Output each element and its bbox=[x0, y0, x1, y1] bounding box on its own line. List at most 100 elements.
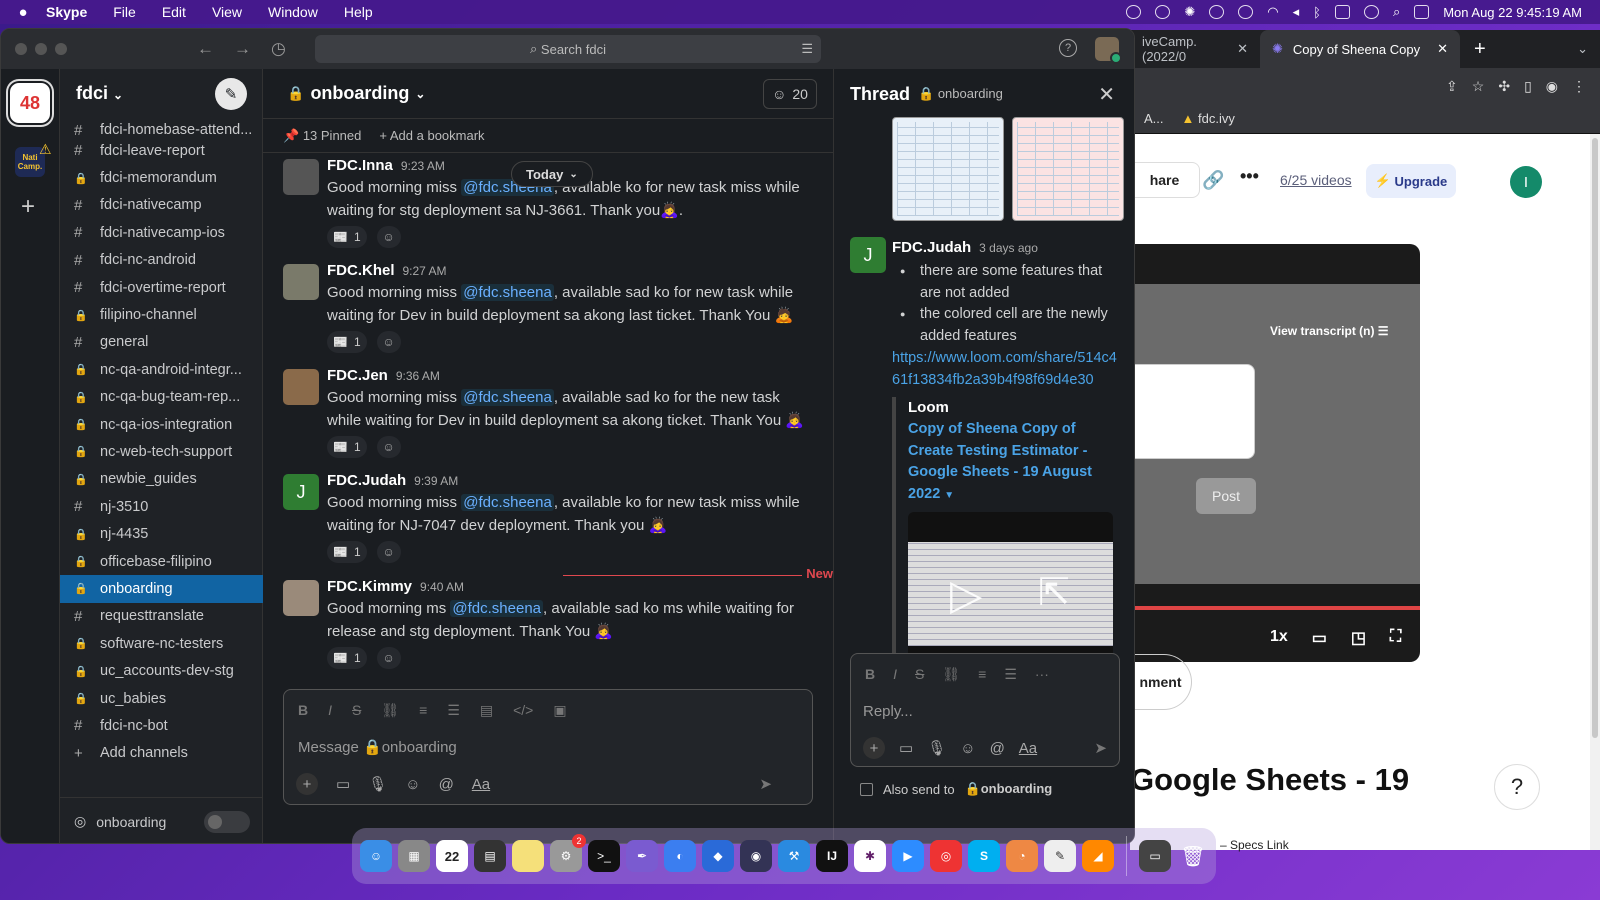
menubar-clock[interactable]: Mon Aug 22 9:45:19 AM bbox=[1443, 5, 1582, 20]
launchpad-icon[interactable]: ▦ bbox=[398, 840, 430, 872]
sidebar-item-channel[interactable]: 🔒 officebase-filipino bbox=[60, 548, 264, 575]
reaction-pill[interactable]: 📰 1 bbox=[327, 647, 367, 669]
help-button[interactable]: ? bbox=[1494, 764, 1540, 810]
code-block-icon[interactable]: ▣ bbox=[553, 702, 566, 719]
caret-down-icon[interactable]: ▼ bbox=[944, 490, 954, 501]
bold-icon[interactable]: B bbox=[298, 702, 308, 718]
user-mention[interactable]: @fdc.sheena bbox=[461, 494, 554, 511]
status-icon[interactable] bbox=[1209, 5, 1225, 19]
unfurl-title[interactable]: Copy of Sheena Copy of Create Testing Es… bbox=[908, 419, 1118, 506]
status-icon[interactable] bbox=[1363, 5, 1379, 19]
profile-icon[interactable]: ◉ bbox=[1546, 78, 1558, 95]
forward-arrow-icon[interactable]: → bbox=[234, 39, 251, 59]
user-avatar[interactable] bbox=[1095, 37, 1122, 64]
emoji-icon[interactable]: ☺ bbox=[405, 776, 420, 793]
add-reaction-icon[interactable]: ☺ bbox=[376, 331, 401, 353]
bookmark-item[interactable]: A... bbox=[1144, 111, 1164, 126]
menu-file[interactable]: File bbox=[113, 4, 136, 20]
thread-channel[interactable]: 🔒 onboarding bbox=[918, 86, 1003, 102]
avatar[interactable] bbox=[283, 159, 319, 195]
avatar[interactable] bbox=[283, 369, 319, 405]
workspace-name[interactable]: fdci ⌄ bbox=[76, 83, 123, 104]
avatar[interactable]: J bbox=[283, 474, 319, 510]
avatar[interactable]: I bbox=[1510, 166, 1542, 198]
proxyman-icon[interactable]: ◉ bbox=[740, 840, 772, 872]
compose-button[interactable]: ✎ bbox=[215, 78, 247, 110]
timestamp[interactable]: 9:27 AM bbox=[403, 264, 447, 278]
menu-window[interactable]: Window bbox=[268, 4, 318, 20]
message-row[interactable]: J FDC.Judah 9:39 AM Good morning miss @fdc.… bbox=[263, 470, 833, 575]
sidebar-item-channel[interactable]: 🔒 nc-qa-bug-team-rep... bbox=[60, 384, 264, 411]
date-divider-today[interactable]: Today ⌄ bbox=[511, 161, 593, 187]
sidebar-item-channel[interactable]: 🔒 uc_babies bbox=[60, 685, 264, 712]
video-icon[interactable]: ▭ bbox=[336, 775, 350, 793]
add-bookmark-button[interactable]: + Add a bookmark bbox=[379, 128, 484, 143]
link-icon[interactable]: ⛓ bbox=[381, 702, 399, 719]
add-reaction-icon[interactable]: ☺ bbox=[376, 541, 401, 563]
sidebar-item-channel[interactable]: 🔒 nj-4435 bbox=[60, 520, 264, 547]
apple-icon[interactable]: ● bbox=[0, 4, 46, 21]
comment-box[interactable] bbox=[1130, 364, 1255, 459]
comment-button[interactable]: nment bbox=[1130, 654, 1192, 710]
post-button[interactable]: Post bbox=[1196, 478, 1256, 514]
zoom-window-button[interactable] bbox=[55, 43, 67, 55]
user-mention[interactable]: @fdc.sheena bbox=[461, 389, 554, 406]
chevron-down-icon[interactable]: ⌄ bbox=[1577, 41, 1600, 57]
sidebar-item-channel[interactable]: # nj-3510 bbox=[60, 493, 264, 520]
image-attachment[interactable] bbox=[892, 117, 1004, 221]
scrollbar-thumb[interactable] bbox=[1592, 138, 1598, 738]
app-icon[interactable]: ◐ bbox=[664, 840, 696, 872]
italic-icon[interactable]: I bbox=[328, 702, 332, 718]
timestamp[interactable]: 9:39 AM bbox=[414, 474, 458, 488]
add-reaction-icon[interactable]: ☺ bbox=[376, 647, 401, 669]
chrome-icon[interactable]: ◎ bbox=[930, 840, 962, 872]
play-icon[interactable]: ▷ bbox=[950, 570, 982, 619]
bookmark-item[interactable]: ▲ fdc.ivy bbox=[1182, 111, 1235, 126]
menu-edit[interactable]: Edit bbox=[162, 4, 186, 20]
pip-icon[interactable]: ◳ bbox=[1351, 628, 1366, 648]
gear-icon[interactable]: ✺ bbox=[1184, 4, 1195, 20]
sidebar-item-channel[interactable]: # fdci-nc-android bbox=[60, 247, 264, 274]
bluetooth-icon[interactable]: ᛒ bbox=[1313, 5, 1321, 20]
user-mention[interactable]: @fdc.sheena bbox=[450, 600, 544, 617]
share-button[interactable]: hare bbox=[1130, 162, 1200, 198]
blockquote-icon[interactable]: ▤ bbox=[480, 702, 493, 719]
link-icon[interactable]: 🔗 bbox=[1202, 170, 1224, 191]
browser-tab[interactable]: iveCamp. (2022/0 ✕ bbox=[1130, 30, 1260, 68]
sidebar-item-channel[interactable]: 🔒 nc-web-tech-support bbox=[60, 438, 264, 465]
share-icon[interactable]: ⇪ bbox=[1446, 78, 1458, 95]
calculator-icon[interactable]: ▤ bbox=[474, 840, 506, 872]
intellij-icon[interactable]: IJ bbox=[816, 840, 848, 872]
sidebar-item-channel[interactable]: 🔒 newbie_guides bbox=[60, 466, 264, 493]
sidebar-item-channel[interactable]: 🔒 filipino-channel bbox=[60, 301, 264, 328]
close-icon[interactable]: ✕ bbox=[1098, 82, 1115, 107]
send-icon[interactable]: ➤ bbox=[759, 775, 772, 793]
timestamp[interactable]: 9:23 AM bbox=[401, 159, 445, 173]
add-workspace-icon[interactable]: + bbox=[21, 193, 35, 221]
video-player[interactable]: View transcript (n) ☰ Post 1x ▭ ◳ ⛶ bbox=[1130, 244, 1420, 662]
window-thumbnail-icon[interactable]: ▭ bbox=[1139, 840, 1171, 872]
menu-help[interactable]: Help bbox=[344, 4, 373, 20]
extensions-icon[interactable]: ✣ bbox=[1498, 78, 1510, 95]
new-tab-icon[interactable]: + bbox=[1460, 38, 1500, 61]
notes-icon[interactable] bbox=[512, 840, 544, 872]
italic-icon[interactable]: I bbox=[893, 666, 897, 682]
members-button[interactable]: ☺ 20 bbox=[763, 79, 817, 109]
also-send-checkbox[interactable] bbox=[860, 782, 873, 796]
trash-icon[interactable]: 🗑 bbox=[1177, 840, 1209, 872]
sidebar-icon[interactable]: ▯ bbox=[1524, 78, 1532, 95]
code-icon[interactable]: </> bbox=[513, 702, 533, 718]
search-input[interactable]: ⌕ Search fdci ☰ bbox=[315, 35, 821, 63]
textedit-icon[interactable]: ✎ bbox=[1044, 840, 1076, 872]
reply-input[interactable]: Reply... bbox=[851, 694, 1119, 728]
menu-view[interactable]: View bbox=[212, 4, 242, 20]
sidebar-item-channel[interactable]: 🔒 nc-qa-ios-integration bbox=[60, 411, 264, 438]
formatting-icon[interactable]: Aa bbox=[472, 776, 490, 793]
app-icon[interactable]: ◆ bbox=[702, 840, 734, 872]
bold-icon[interactable]: B bbox=[865, 666, 875, 682]
message-composer[interactable]: B I S ⛓ ≡ ☰ ▤ </> ▣ Message 🔒onboarding … bbox=[283, 689, 813, 805]
minimize-window-button[interactable] bbox=[35, 43, 47, 55]
status-icon[interactable] bbox=[1238, 5, 1254, 19]
message-row[interactable]: FDC.Khel 9:27 AM Good morning miss @fdc.sh… bbox=[263, 260, 833, 365]
sidebar-item-channel[interactable]: 🔒 fdci-memorandum bbox=[60, 164, 264, 191]
